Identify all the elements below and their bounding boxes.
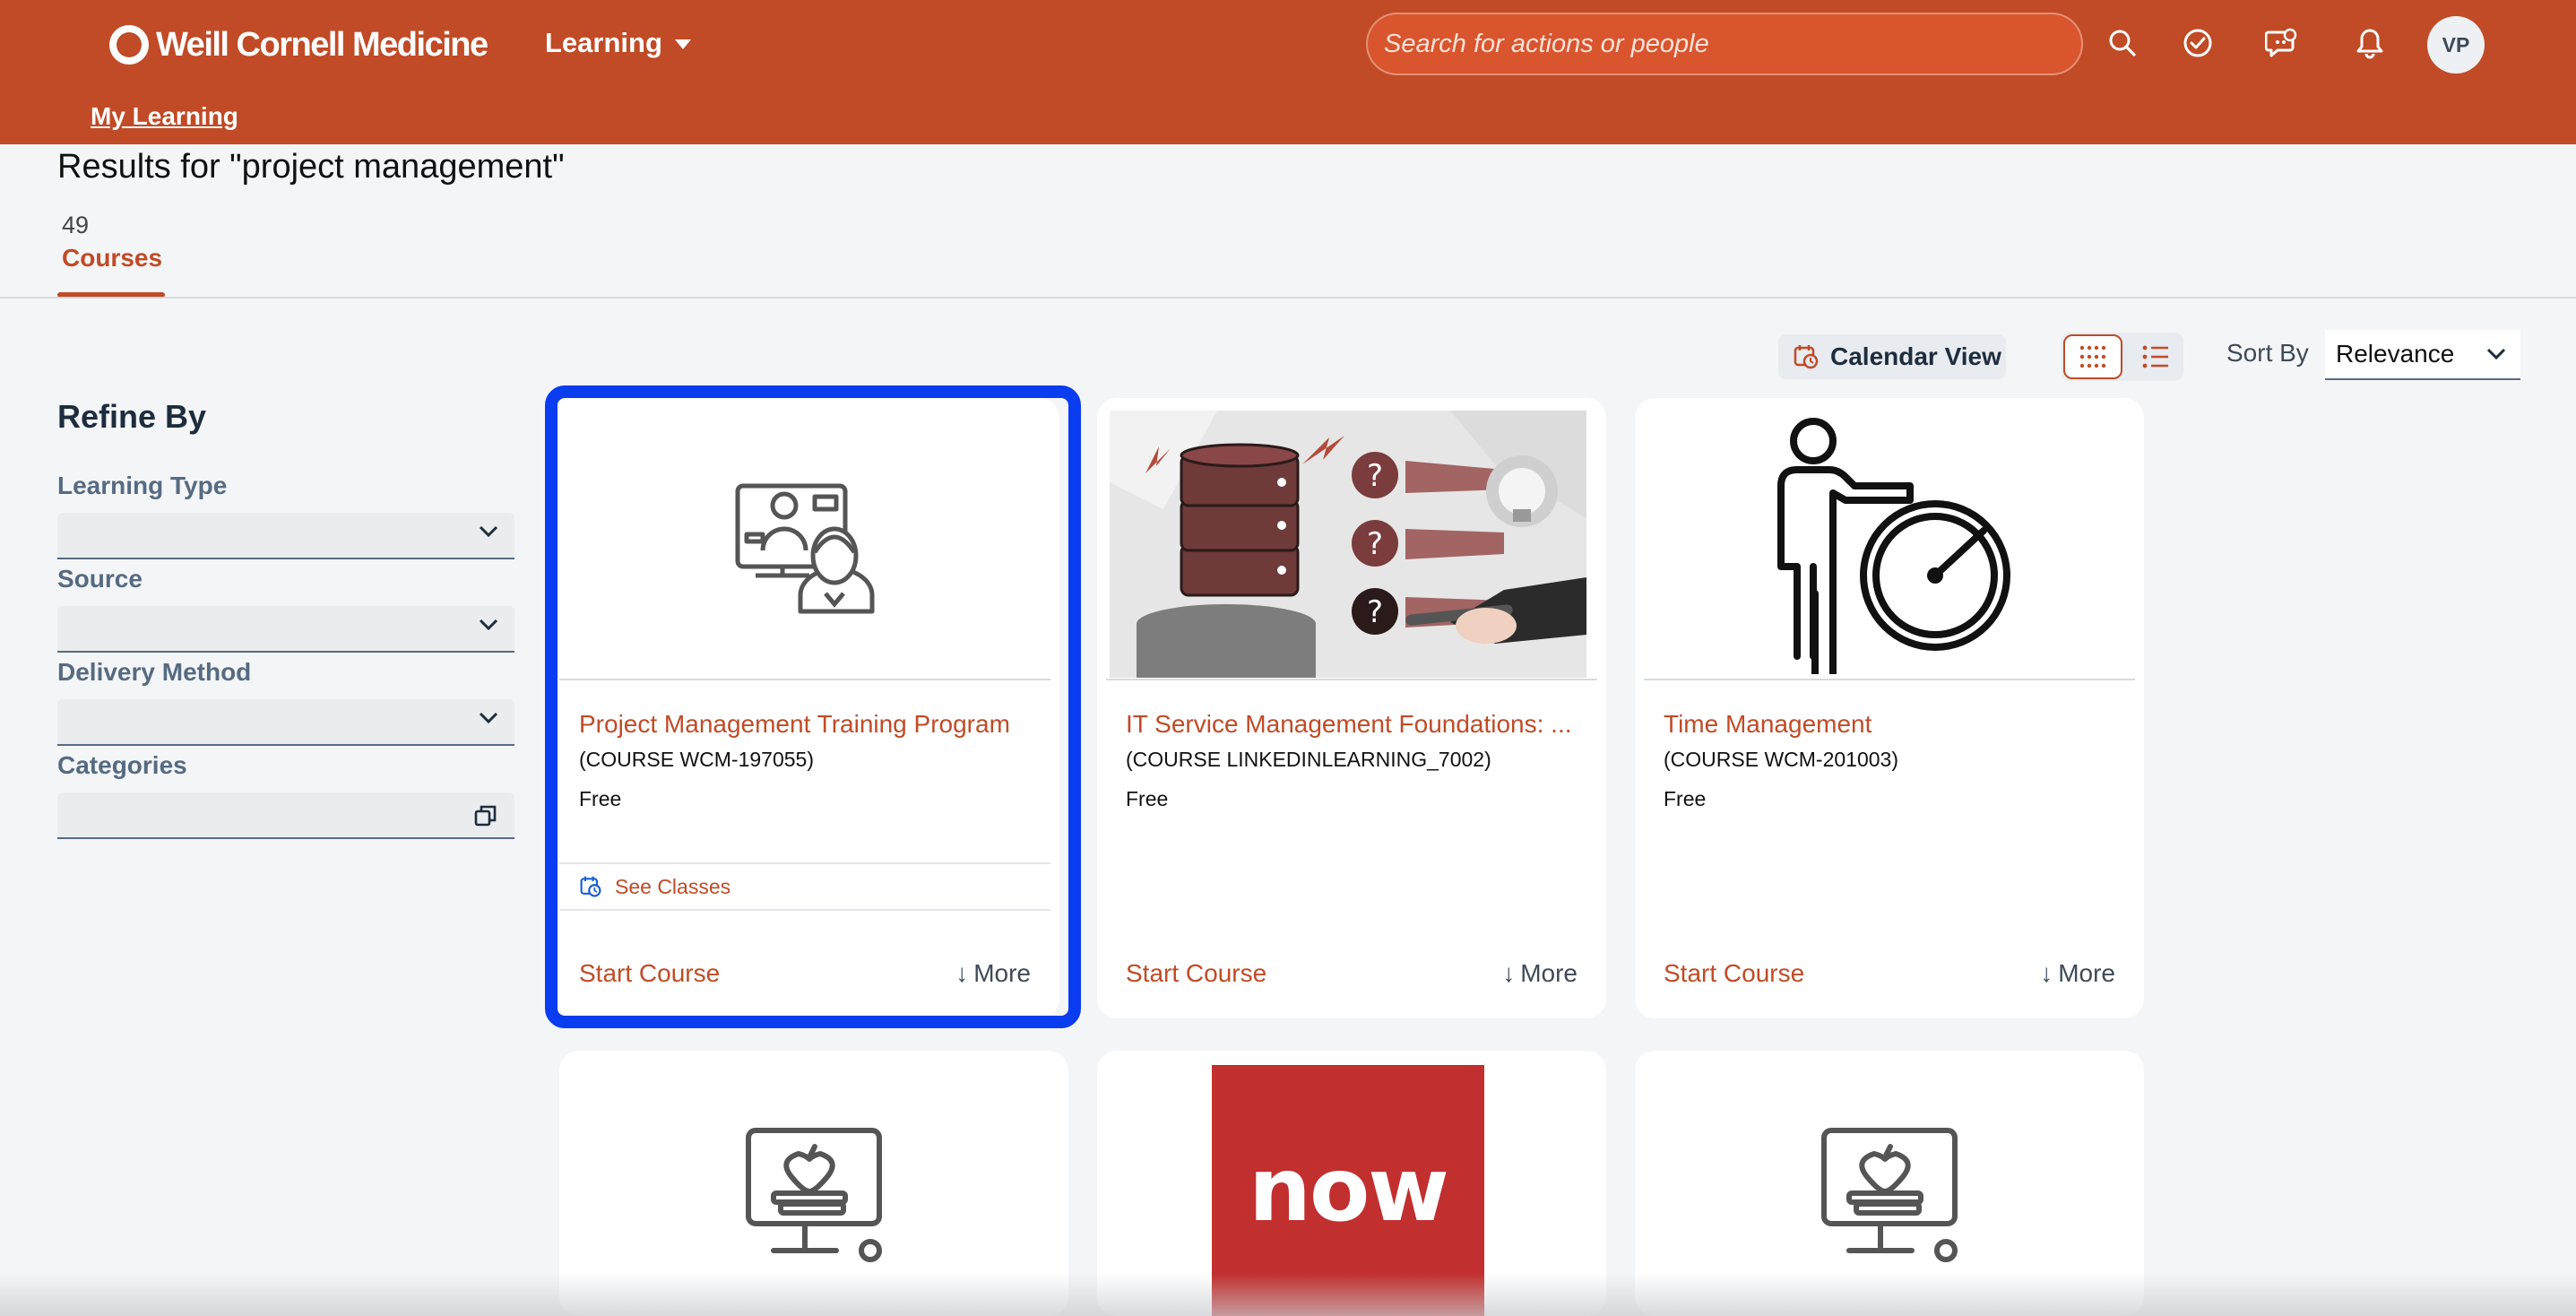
- svg-text:?: ?: [1367, 458, 1383, 494]
- course-title-link[interactable]: Time Management: [1664, 710, 1871, 739]
- course-card[interactable]: Time Management (COURSE WCM-201003) Free…: [1635, 398, 2144, 1018]
- sort-by-select[interactable]: Relevance: [2325, 330, 2520, 380]
- sort-by-value: Relevance: [2336, 340, 2455, 368]
- more-button[interactable]: ↓ More: [2040, 959, 2115, 988]
- list-view-button[interactable]: [2133, 336, 2178, 377]
- calendar-clock-icon: [1794, 345, 1819, 369]
- results-title: Results for "project management": [57, 148, 565, 186]
- seal-icon: [109, 25, 149, 65]
- filter-label-source: Source: [57, 565, 143, 593]
- course-code: (COURSE LINKEDINLEARNING_7002): [1126, 748, 1491, 771]
- grid-view-button[interactable]: [2063, 334, 2122, 379]
- tab-divider: [0, 297, 2576, 299]
- more-label: More: [2058, 959, 2115, 987]
- arrow-down-icon: ↓: [1502, 959, 1516, 987]
- caret-down-icon: [674, 39, 691, 49]
- course-price: Free: [1664, 787, 1707, 810]
- user-avatar[interactable]: VP: [2427, 16, 2485, 74]
- search-field[interactable]: [1366, 13, 2083, 75]
- course-price: Free: [1126, 787, 1169, 810]
- presenter-gauge-icon: [1644, 411, 2135, 678]
- arrow-down-icon: ↓: [2040, 959, 2053, 987]
- database-illustration: ? ? ?: [1110, 411, 1586, 678]
- filter-label-categories: Categories: [57, 751, 187, 779]
- brand-logo[interactable]: Weill Cornell Medicine: [109, 25, 488, 65]
- card-separator: [1644, 679, 2135, 680]
- chevron-down-icon: [479, 712, 498, 724]
- value-help-icon: [474, 805, 497, 827]
- notifications-bell-icon[interactable]: [2348, 22, 2391, 65]
- card-separator: [1106, 679, 1597, 680]
- learning-menu-label: Learning: [545, 27, 662, 58]
- more-button[interactable]: ↓ More: [1502, 959, 1578, 988]
- view-toggle: [2062, 333, 2183, 381]
- course-code: (COURSE WCM-201003): [1664, 748, 1898, 771]
- selection-highlight: [545, 385, 1081, 1028]
- chevron-down-icon: [2486, 348, 2506, 360]
- more-label: More: [1520, 959, 1578, 987]
- calendar-view-button[interactable]: Calendar View: [1778, 334, 2006, 379]
- assistant-chat-icon[interactable]: [2260, 22, 2304, 65]
- tab-courses[interactable]: Courses: [62, 244, 162, 273]
- calendar-view-label: Calendar View: [1830, 342, 2001, 370]
- course-card[interactable]: ? ? ? IT Service Management Foundations:…: [1097, 398, 1606, 1018]
- course-title-link[interactable]: IT Service Management Foundations: ...: [1126, 710, 1572, 739]
- app-header: Weill Cornell Medicine Learning VP My Le…: [0, 0, 2576, 144]
- brand-name: Weill Cornell Medicine: [156, 25, 488, 64]
- source-select[interactable]: [57, 606, 514, 653]
- learning-menu[interactable]: Learning: [545, 27, 691, 59]
- chevron-down-icon: [479, 525, 498, 538]
- categories-select[interactable]: [57, 792, 514, 839]
- start-course-button[interactable]: Start Course: [1664, 959, 1804, 988]
- filter-label-learning-type: Learning Type: [57, 472, 228, 499]
- svg-text:?: ?: [1367, 594, 1383, 630]
- tasks-check-icon[interactable]: [2176, 22, 2219, 65]
- search-icon[interactable]: [2101, 22, 2144, 65]
- filter-label-delivery-method: Delivery Method: [57, 658, 252, 686]
- svg-text:?: ?: [1367, 526, 1383, 562]
- list-icon: [2142, 345, 2168, 368]
- delivery-method-select[interactable]: [57, 699, 514, 746]
- now-logo-text: now: [1249, 1139, 1449, 1242]
- learning-type-select[interactable]: [57, 513, 514, 559]
- sort-by-label: Sort By: [2226, 339, 2309, 367]
- search-input[interactable]: [1384, 29, 2065, 59]
- grid-icon: [2079, 345, 2106, 368]
- courses-tab-count[interactable]: 49: [62, 212, 89, 239]
- bottom-shadow: [0, 1273, 2576, 1316]
- my-learning-link[interactable]: My Learning: [91, 102, 238, 131]
- start-course-button[interactable]: Start Course: [1126, 959, 1266, 988]
- chevron-down-icon: [479, 619, 498, 631]
- refine-by-title: Refine By: [57, 398, 207, 435]
